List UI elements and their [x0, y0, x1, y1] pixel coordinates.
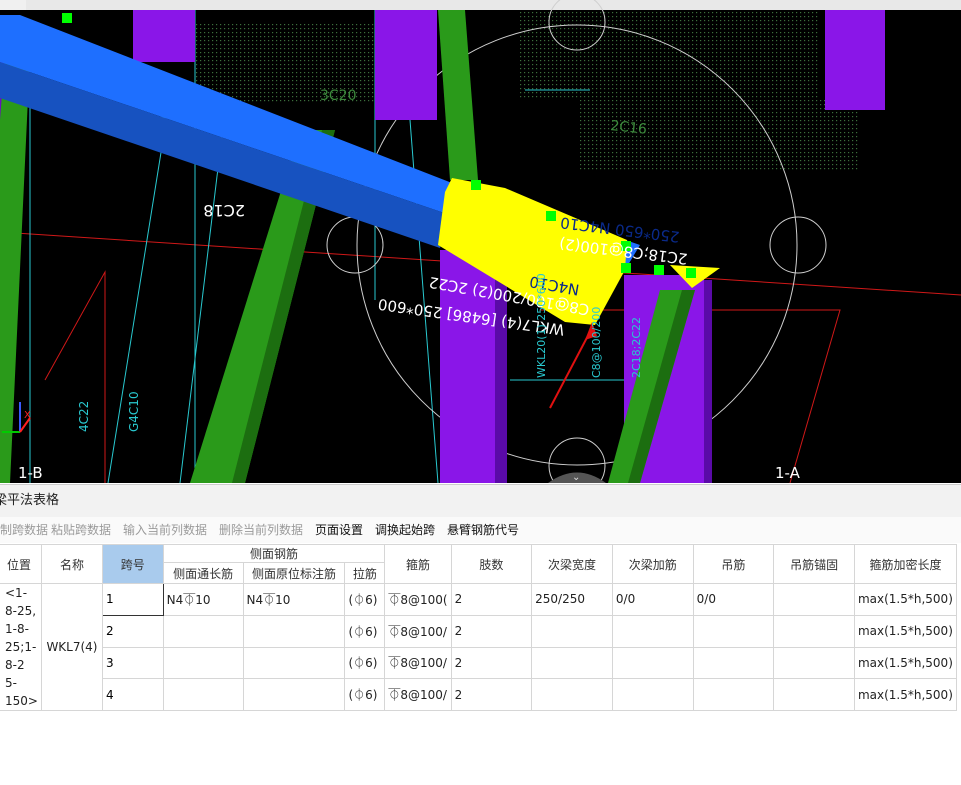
paste-span-data-button[interactable]: 粘贴跨数据 [51, 517, 111, 543]
header-secondary-beam-width[interactable]: 次梁宽度 [531, 544, 613, 584]
cell-hanger[interactable] [692, 614, 775, 648]
table-row: 2 (⏀6) ⏁8@100/ 2 max(1.5*h,500) [0, 614, 958, 648]
cell-tie[interactable]: (⏀6) [344, 646, 386, 680]
swap-start-span-button[interactable]: 调换起始跨 [375, 517, 435, 543]
pointer-arrow [549, 327, 593, 409]
cell-hanger-anchor[interactable] [773, 614, 855, 648]
cell-sec-width[interactable] [531, 646, 613, 680]
cell-sec-add[interactable] [611, 678, 694, 711]
header-side-original[interactable]: 侧面原位标注筋 [242, 562, 346, 584]
grip-handle [62, 13, 72, 23]
model-canvas[interactable]: 2C18 3C20 2C16 250*650 N4C10 2C18;C8@100… [0, 0, 961, 483]
cell-side-orig[interactable] [242, 678, 346, 711]
table-row: 3 (⏀6) ⏁8@100/ 2 max(1.5*h,500) [0, 646, 958, 680]
cell-stirrup[interactable]: ⏁8@100/ [384, 614, 452, 648]
cell-span[interactable]: 3 [101, 646, 164, 680]
cell-span[interactable]: 2 [101, 614, 164, 648]
cell-legs[interactable]: 2 [450, 646, 533, 680]
beam-span-table: 位置 名称 跨号 侧面钢筋 箍筋 肢数 次梁宽度 次梁加筋 吊筋 吊筋锚固 箍筋… [0, 544, 961, 785]
header-dense-length[interactable]: 箍筋加密长度 [853, 544, 958, 584]
position-text: <1-8-25, 1-8-25;1-8-2 5- 150> [5, 586, 38, 708]
cell-sec-add[interactable]: 0/0 [611, 583, 694, 616]
column-purple-3 [825, 10, 885, 110]
header-tie[interactable]: 拉筋 [344, 562, 386, 584]
cell-legs[interactable]: 2 [450, 678, 533, 711]
cell-tie[interactable]: (⏀6) [344, 614, 386, 648]
header-legs[interactable]: 肢数 [450, 544, 533, 584]
cell-tie[interactable]: (⏀6) [344, 678, 386, 711]
axis-label-right: 1-A [775, 464, 801, 482]
delete-column-data-button[interactable]: 删除当前列数据 [219, 517, 303, 543]
header-position[interactable]: 位置 [0, 544, 42, 584]
cell-side-orig[interactable] [242, 614, 346, 648]
cell-hanger-anchor[interactable] [773, 646, 855, 680]
cell-stirrup[interactable]: ⏁8@100/ [384, 678, 452, 711]
column-green-3 [438, 10, 478, 180]
cell-dense-len[interactable]: max(1.5*h,500) [853, 678, 958, 711]
cell-sec-width[interactable] [531, 614, 613, 648]
cell-stirrup[interactable]: ⏁8@100( [384, 583, 452, 616]
cell-side-long[interactable] [162, 678, 244, 711]
label-g4c10: G4C10 [127, 391, 141, 432]
column-purple-2 [375, 10, 437, 120]
header-secondary-beam-add[interactable]: 次梁加筋 [611, 544, 694, 584]
cell-span[interactable]: 4 [101, 678, 164, 711]
cell-side-long[interactable]: N4⏁10 [162, 583, 244, 616]
label-2c18-left: 2C18 [203, 201, 245, 220]
header-side-long[interactable]: 侧面通长筋 [162, 562, 244, 584]
cell-sec-width[interactable]: 250/250 [531, 583, 613, 616]
cell-hanger[interactable] [692, 646, 775, 680]
cell-dense-len[interactable]: max(1.5*h,500) [853, 614, 958, 648]
label-2c18-2c22: 2C18;2C22 [630, 317, 643, 378]
panel-title: 梁平法表格 [0, 493, 60, 508]
beam-table-panel-header: 梁平法表格 [0, 484, 961, 517]
cell-hanger[interactable] [692, 678, 775, 711]
header-hanger-anchor[interactable]: 吊筋锚固 [773, 544, 855, 584]
table-row: <1-8-25, 1-8-25;1-8-2 5- 150> WKL7(4) 1 … [0, 583, 958, 711]
column-purple-1 [133, 10, 195, 62]
page-setup-button[interactable]: 页面设置 [315, 517, 363, 543]
cell-hanger-anchor[interactable] [773, 678, 855, 711]
header-name[interactable]: 名称 [40, 544, 103, 584]
copy-span-data-button[interactable]: 复制跨数据 [0, 517, 48, 543]
cell-sec-add[interactable] [611, 614, 694, 648]
header-hanger[interactable]: 吊筋 [692, 544, 775, 584]
header-stirrup[interactable]: 箍筋 [384, 544, 452, 584]
table-row: 4 (⏀6) ⏁8@100/ 2 max(1.5*h,500) [0, 678, 958, 711]
3d-model-viewport[interactable]: 2C18 3C20 2C16 250*650 N4C10 2C18;C8@100… [0, 0, 961, 483]
cell-hanger[interactable]: 0/0 [692, 583, 775, 616]
input-column-data-button[interactable]: 输入当前列数据 [123, 517, 207, 543]
label-c8-100: C8@100/200 [590, 307, 603, 378]
cell-sec-width[interactable] [531, 678, 613, 711]
cell-dense-len[interactable]: max(1.5*h,500) [853, 583, 958, 616]
cell-side-long[interactable] [162, 614, 244, 648]
cell-legs[interactable]: 2 [450, 583, 533, 616]
cell-name[interactable]: WKL7(4) [40, 583, 103, 711]
cell-position[interactable]: <1-8-25, 1-8-25;1-8-2 5- 150> [0, 583, 42, 711]
cell-tie[interactable]: (⏀6) [344, 583, 386, 616]
cell-dense-len[interactable]: max(1.5*h,500) [853, 646, 958, 680]
cell-legs[interactable]: 2 [450, 614, 533, 648]
viewport-top-bar [0, 0, 961, 10]
cell-stirrup[interactable]: ⏁8@100/ [384, 646, 452, 680]
table-toolbar: 复制跨数据 粘贴跨数据 输入当前列数据 删除当前列数据 页面设置 调换起始跨 悬… [0, 517, 961, 543]
label-wkl20: WKL20(1) 250*600 [535, 273, 548, 378]
cell-side-orig[interactable]: N4⏁10 [242, 583, 346, 616]
cell-hanger-anchor[interactable] [773, 583, 855, 616]
axis-label-left: 1-B [18, 464, 43, 482]
label-3c20: 3C20 [320, 88, 357, 104]
cell-side-long[interactable] [162, 646, 244, 680]
svg-text:⌄: ⌄ [572, 472, 580, 483]
cell-side-orig[interactable] [242, 646, 346, 680]
cell-sec-add[interactable] [611, 646, 694, 680]
svg-text:X: X [24, 410, 31, 421]
header-side-rebar-group: 侧面钢筋 [162, 544, 386, 563]
label-4c22: 4C22 [77, 401, 91, 432]
header-span-number[interactable]: 跨号 [101, 544, 164, 584]
cantilever-rebar-code-button[interactable]: 悬臂钢筋代号 [447, 517, 519, 543]
cell-span[interactable]: 1 [101, 583, 164, 616]
